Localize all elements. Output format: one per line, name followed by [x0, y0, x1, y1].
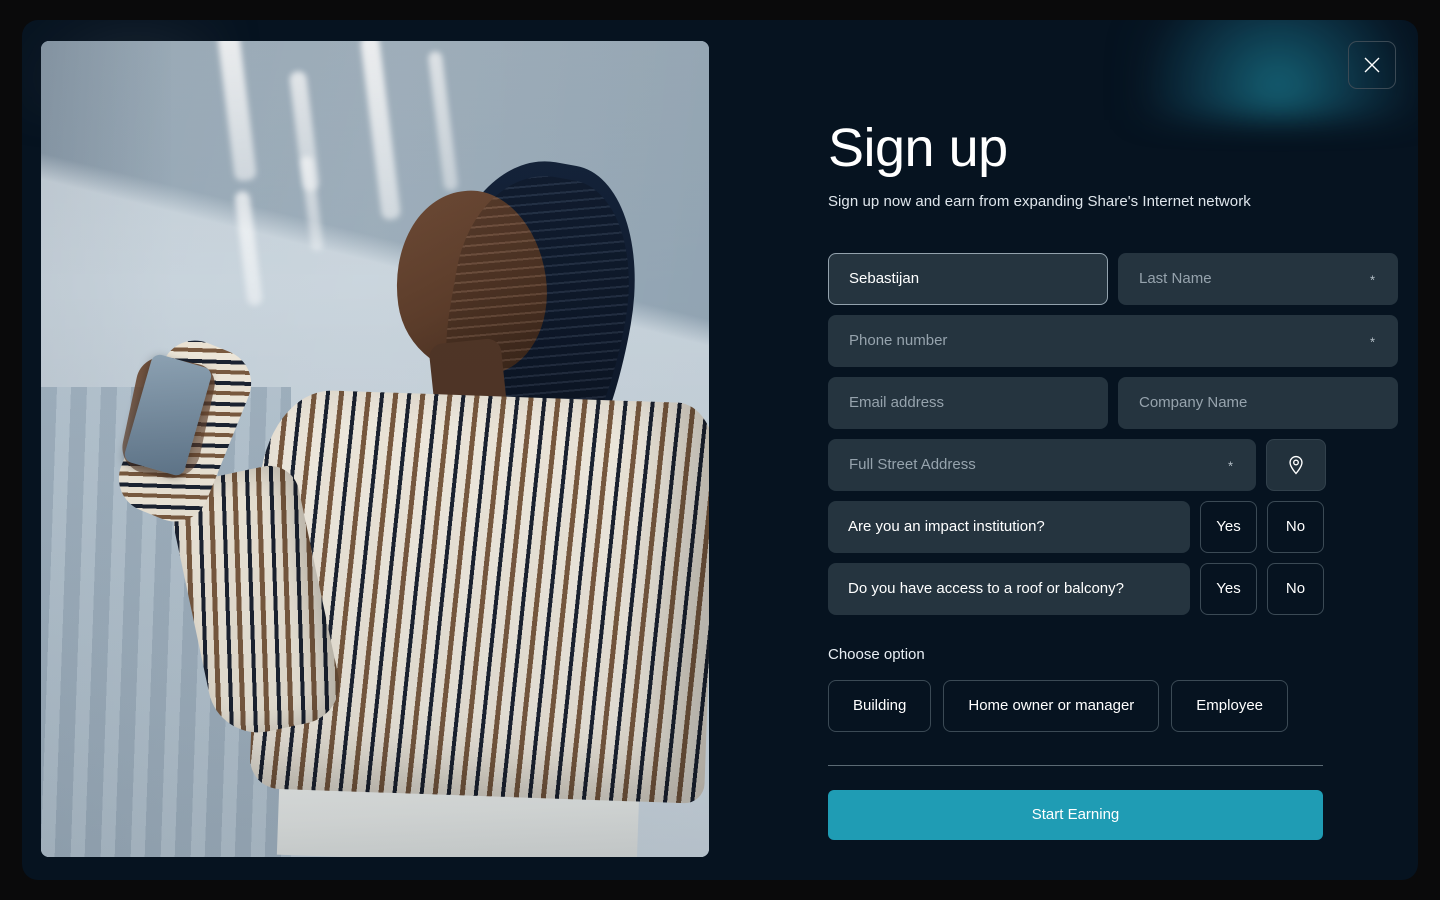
- question-1-yes-button[interactable]: Yes: [1200, 562, 1257, 615]
- question-label-1: Do you have access to a roof or balcony?: [828, 562, 1190, 615]
- address-input[interactable]: Full Street Address *: [828, 438, 1256, 491]
- address-row: Full Street Address *: [828, 438, 1398, 491]
- option-home-owner-button[interactable]: Home owner or manager: [943, 679, 1160, 732]
- email-placeholder: Email address: [849, 394, 945, 412]
- email-company-row: Email address Company Name: [828, 376, 1398, 429]
- page-title: Sign up: [828, 118, 1008, 178]
- phone-placeholder: Phone number: [849, 332, 948, 350]
- name-row: Sebastijan Last Name *: [828, 252, 1398, 305]
- phone-input[interactable]: Phone number *: [828, 314, 1398, 367]
- question-1-no-button[interactable]: No: [1267, 562, 1324, 615]
- phone-required: *: [1369, 334, 1375, 350]
- option-employee-button[interactable]: Employee: [1171, 679, 1288, 732]
- question-0-yes-button[interactable]: Yes: [1200, 500, 1257, 553]
- first-name-value: Sebastijan: [849, 270, 920, 288]
- question-row-0: Are you an impact institution? Yes No: [828, 500, 1398, 553]
- company-input[interactable]: Company Name: [1118, 376, 1398, 429]
- question-row-1: Do you have access to a roof or balcony?…: [828, 562, 1398, 615]
- option-buttons: Building Home owner or manager Employee: [828, 679, 1398, 732]
- last-name-placeholder: Last Name: [1139, 270, 1212, 288]
- option-building-button[interactable]: Building: [828, 679, 932, 732]
- question-0-no-button[interactable]: No: [1267, 500, 1324, 553]
- form-divider: [828, 764, 1323, 766]
- choose-option-label: Choose option: [828, 645, 925, 663]
- last-name-required: *: [1369, 272, 1375, 288]
- signup-modal: Sign up Sign up now and earn from expand…: [22, 20, 1418, 880]
- start-earning-button[interactable]: Start Earning: [828, 789, 1323, 840]
- photo-vignette: [41, 41, 709, 857]
- phone-row: Phone number *: [828, 314, 1398, 367]
- signup-form: Sign up Sign up now and earn from expand…: [828, 40, 1398, 840]
- first-name-input[interactable]: Sebastijan: [828, 252, 1108, 305]
- location-pin-icon: [1289, 455, 1303, 475]
- page-background: Sign up Sign up now and earn from expand…: [0, 0, 1440, 900]
- address-required: *: [1227, 458, 1233, 474]
- last-name-input[interactable]: Last Name *: [1118, 252, 1398, 305]
- email-input[interactable]: Email address: [828, 376, 1108, 429]
- address-placeholder: Full Street Address: [849, 456, 976, 474]
- form-fields: Sebastijan Last Name * Phone number * Em…: [828, 252, 1398, 615]
- page-subtitle: Sign up now and earn from expanding Shar…: [828, 192, 1251, 210]
- use-my-location-button[interactable]: [1266, 438, 1326, 491]
- signup-hero-image: [41, 41, 709, 857]
- company-placeholder: Company Name: [1139, 394, 1248, 412]
- question-label-0: Are you an impact institution?: [828, 500, 1190, 553]
